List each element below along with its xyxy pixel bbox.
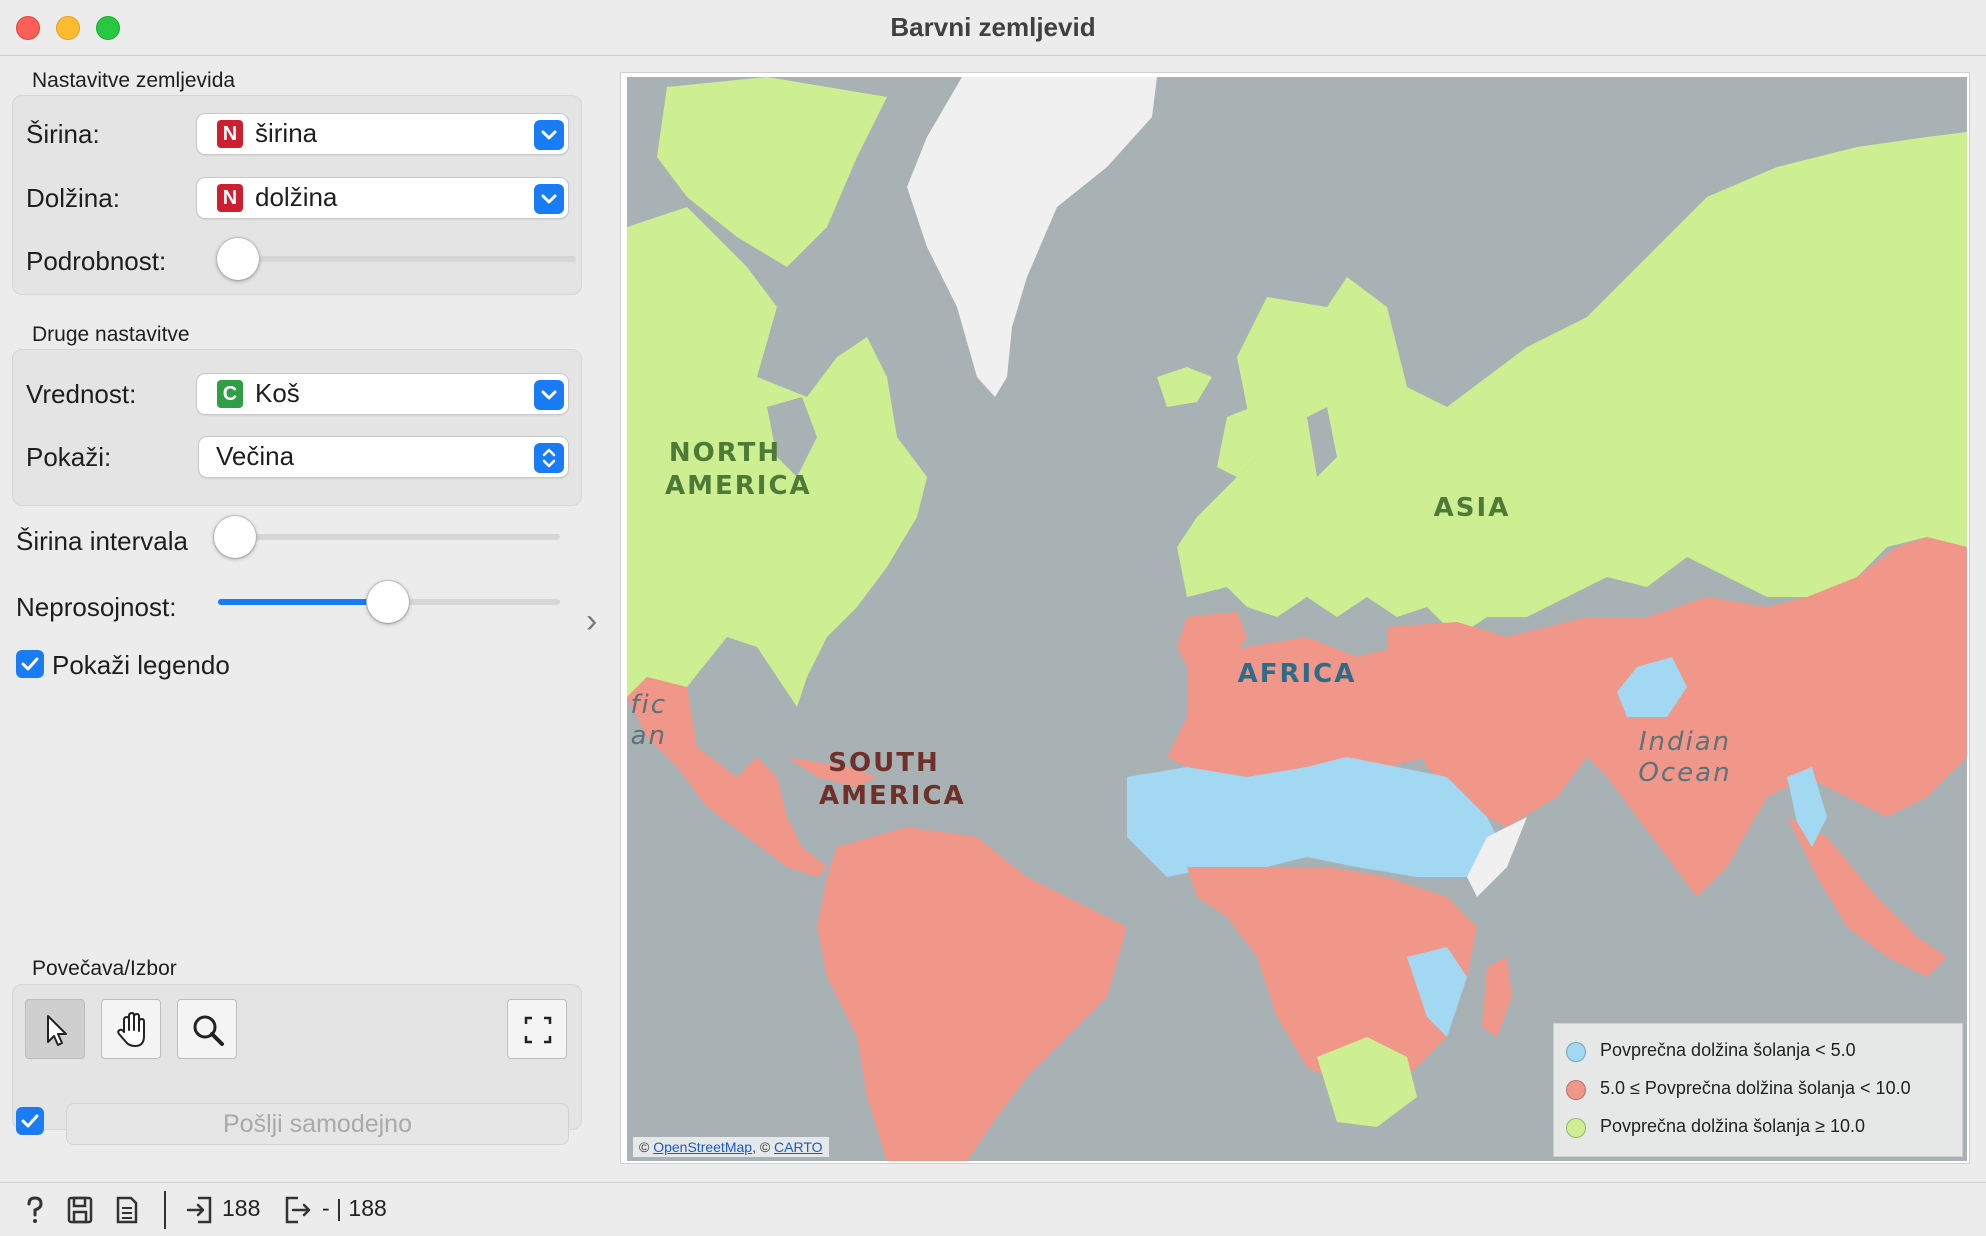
help-icon[interactable] <box>22 1195 48 1225</box>
legend-swatch <box>1566 1118 1586 1138</box>
show-legend-label[interactable]: Pokaži legendo <box>52 650 230 681</box>
legend-label: Povprečna dolžina šolanja ≥ 10.0 <box>1600 1116 1866 1136</box>
show-combo[interactable]: Večina <box>199 437 568 477</box>
longitude-value: dolžina <box>255 182 338 212</box>
europe-asia-shape <box>1177 132 1967 637</box>
categorical-variable-icon: C <box>217 380 243 408</box>
zoom-tool-button[interactable] <box>177 999 237 1059</box>
bin-width-slider-knob[interactable] <box>214 516 256 558</box>
chevron-down-icon <box>534 184 564 214</box>
legend-swatch <box>1566 1080 1586 1100</box>
openstreetmap-link[interactable]: OpenStreetMap <box>653 1139 752 1155</box>
window-title: Barvni zemljevid <box>890 12 1096 42</box>
longitude-label: Dolžina: <box>26 183 120 213</box>
pacific-ocean-label: fic an <box>630 690 667 751</box>
detail-label: Podrobnost: <box>26 246 167 276</box>
latitude-label: Širina: <box>26 119 100 149</box>
control-panel: Nastavitve zemljevida Širina: N širina D… <box>0 57 598 1182</box>
magnifier-icon <box>193 1015 224 1046</box>
chevron-down-icon <box>534 120 564 150</box>
chevron-right-icon[interactable]: › <box>586 602 597 641</box>
orange-widget-window: Barvni zemljevid Nastavitve zemljevida Š… <box>0 0 1986 1236</box>
output-count: - | 188 <box>322 1195 387 1221</box>
send-automatically-checkbox[interactable] <box>16 1107 44 1135</box>
status-divider <box>164 1191 166 1229</box>
legend-swatch <box>1566 1042 1586 1062</box>
send-automatically-button[interactable]: Pošlji samodejno <box>66 1103 569 1145</box>
map-settings-title: Nastavitve zemljevida <box>32 69 236 92</box>
detail-slider-knob[interactable] <box>217 238 259 280</box>
show-label: Pokaži: <box>26 442 112 472</box>
north-america-label: NORTH AMERICA <box>665 438 812 501</box>
attribution-separator: , © <box>752 1139 775 1155</box>
bin-width-slider-track[interactable] <box>218 534 560 540</box>
value-value: Koš <box>255 378 300 408</box>
opacity-label: Neprosojnost: <box>16 592 177 622</box>
input-icon <box>186 1196 212 1224</box>
bin-width-label: Širina intervala <box>16 526 188 556</box>
opacity-slider-fill <box>218 599 388 605</box>
title-bar: Barvni zemljevid <box>0 0 1986 56</box>
iceland-shape <box>1157 367 1212 407</box>
pointer-icon <box>47 1015 67 1046</box>
asia-label: ASIA <box>1433 493 1511 523</box>
input-count: 188 <box>222 1195 261 1221</box>
indian-ocean-label: Indian Ocean <box>1638 727 1732 788</box>
africa-label: AFRICA <box>1237 659 1357 689</box>
report-icon[interactable] <box>114 1195 140 1225</box>
map-settings-box: Širina: N širina Dolžina: N dolžina Podr… <box>12 95 582 295</box>
show-value: Večina <box>216 441 295 471</box>
status-bar: 188 - | 188 <box>0 1182 1986 1236</box>
madagascar-shape <box>1482 957 1512 1037</box>
value-combo[interactable]: C Koš <box>197 374 568 414</box>
other-settings-box: Vrednost: C Koš Pokaži: Večina <box>12 349 582 506</box>
legend-label: Povprečna dolžina šolanja < 5.0 <box>1600 1040 1856 1060</box>
value-label: Vrednost: <box>26 379 137 409</box>
pan-tool-button[interactable] <box>101 999 161 1059</box>
world-map-svg <box>627 77 1967 1161</box>
show-legend-checkbox[interactable] <box>16 650 44 678</box>
greenland-shape <box>907 77 1157 397</box>
latitude-value: širina <box>255 118 318 148</box>
checkmark-icon <box>21 657 39 671</box>
south-america-shape <box>817 827 1127 1161</box>
carto-link[interactable]: CARTO <box>774 1139 823 1155</box>
checkmark-icon <box>21 1114 39 1128</box>
zoom-select-title: Povečava/Izbor <box>32 957 177 980</box>
numeric-variable-icon: N <box>217 120 243 148</box>
reset-zoom-button[interactable] <box>507 999 567 1059</box>
save-icon[interactable] <box>66 1195 94 1225</box>
opacity-slider-knob[interactable] <box>367 581 409 623</box>
map-view-frame: NORTH AMERICA SOUTH AMERICA AFRICA ASIA fi… <box>620 72 1970 1164</box>
numeric-variable-icon: N <box>217 184 243 212</box>
chevron-down-icon <box>534 380 564 410</box>
other-settings-title: Druge nastavitve <box>32 323 190 346</box>
attribution-prefix: © <box>639 1139 654 1155</box>
latitude-combo[interactable]: N širina <box>197 114 568 154</box>
longitude-combo[interactable]: N dolžina <box>197 178 568 218</box>
output-icon <box>285 1196 311 1224</box>
map-attribution: © OpenStreetMap, © CARTO <box>633 1137 829 1157</box>
detail-slider-track[interactable] <box>221 256 576 262</box>
select-tool-button[interactable] <box>25 999 85 1059</box>
fullscreen-icon <box>524 1016 552 1044</box>
updown-chevron-icon <box>534 443 564 473</box>
legend-label: 5.0 ≤ Povprečna dolžina šolanja < 10.0 <box>1600 1078 1911 1098</box>
south-america-label: SOUTH AMERICA <box>819 748 966 811</box>
choropleth-map[interactable]: NORTH AMERICA SOUTH AMERICA AFRICA ASIA fi… <box>627 77 1967 1161</box>
hand-icon <box>117 1012 145 1047</box>
map-legend: Povprečna dolžina šolanja < 5.0 5.0 ≤ Po… <box>1553 1023 1963 1157</box>
